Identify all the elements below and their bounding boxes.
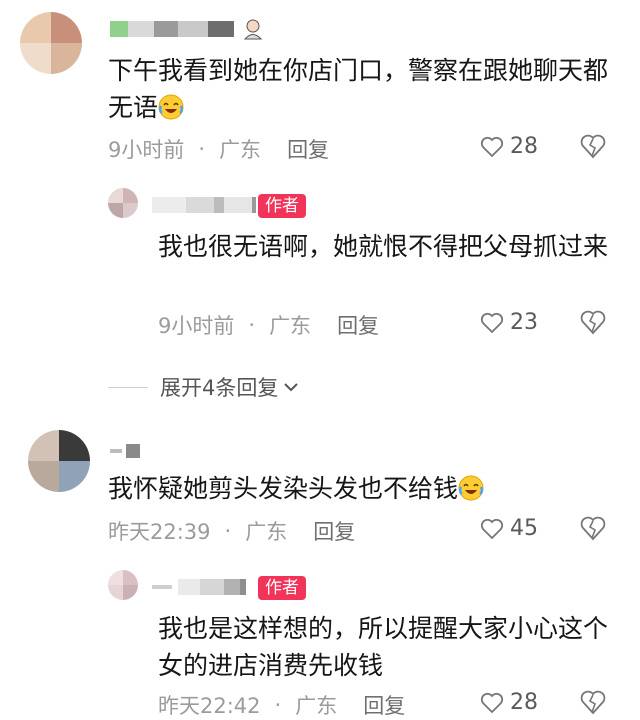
broken-heart-icon xyxy=(580,134,606,159)
meta-separator: · xyxy=(248,313,256,337)
reply-region: 广东 xyxy=(269,314,312,338)
reply-meta: 昨天22:42 · 广东 回复 xyxy=(158,690,405,720)
comment-region: 广东 xyxy=(245,520,288,544)
reply-button[interactable]: 回复 xyxy=(363,690,405,720)
reply-time: 昨天22:42 xyxy=(158,694,261,718)
like-button[interactable]: 23 xyxy=(480,310,538,335)
comment-time: 昨天22:39 xyxy=(108,520,211,544)
author-username[interactable] xyxy=(152,194,256,216)
user-badge-icon xyxy=(242,18,264,40)
expand-divider xyxy=(108,386,148,388)
heart-icon xyxy=(480,136,504,157)
meta-separator: · xyxy=(198,137,206,161)
heart-icon xyxy=(480,312,504,333)
reply-text: 我也很无语啊，她就恨不得把父母抓过来 xyxy=(158,232,609,261)
laughing-crying-emoji-icon xyxy=(458,474,484,501)
comment-text: 我怀疑她剪头发染头发也不给钱 xyxy=(108,470,608,507)
commenter-username[interactable] xyxy=(110,18,264,40)
meta-separator: · xyxy=(224,519,232,543)
comment-meta: 9小时前 · 广东 回复 xyxy=(108,134,329,164)
laughing-crying-emoji-icon xyxy=(158,93,184,120)
broken-heart-icon xyxy=(580,310,606,335)
like-count: 45 xyxy=(510,516,538,541)
comment-region: 广东 xyxy=(219,138,262,162)
dislike-button[interactable] xyxy=(580,134,606,160)
comment-time: 9小时前 xyxy=(108,138,185,162)
commenter-avatar[interactable] xyxy=(20,12,82,74)
reply-button[interactable]: 回复 xyxy=(337,310,379,340)
reply-button[interactable]: 回复 xyxy=(287,134,329,164)
reply-button[interactable]: 回复 xyxy=(313,516,355,546)
dislike-button[interactable] xyxy=(580,690,606,716)
reply-text: 我也是这样想的，所以提醒大家小心这个女的进店消费先收钱 xyxy=(158,614,609,680)
expand-replies-button[interactable]: 展开4条回复 xyxy=(108,372,300,402)
expand-replies-label: 展开4条回复 xyxy=(160,376,279,400)
commenter-username[interactable] xyxy=(110,440,140,462)
author-badge: 作者 xyxy=(258,576,306,600)
author-badge: 作者 xyxy=(258,194,306,218)
meta-separator: · xyxy=(274,693,282,717)
like-count: 23 xyxy=(510,310,538,335)
like-button[interactable]: 28 xyxy=(480,134,538,159)
dislike-button[interactable] xyxy=(580,516,606,542)
comment-meta: 昨天22:39 · 广东 回复 xyxy=(108,516,355,546)
author-username[interactable] xyxy=(152,576,246,598)
reply-time: 9小时前 xyxy=(158,314,235,338)
like-button[interactable]: 28 xyxy=(480,690,538,715)
like-count: 28 xyxy=(510,134,538,159)
comment-text: 下午我看到她在你店门口，警察在跟她聊天都无语 xyxy=(108,56,609,122)
like-button[interactable]: 45 xyxy=(480,516,538,541)
commenter-avatar[interactable] xyxy=(28,430,90,492)
reply-meta: 9小时前 · 广东 回复 xyxy=(158,310,379,340)
broken-heart-icon xyxy=(580,516,606,541)
author-avatar[interactable] xyxy=(108,570,138,600)
chevron-down-icon xyxy=(284,383,299,392)
like-count: 28 xyxy=(510,690,538,715)
heart-icon xyxy=(480,518,504,539)
reply-region: 广东 xyxy=(295,694,338,718)
author-avatar[interactable] xyxy=(108,188,138,218)
broken-heart-icon xyxy=(580,690,606,715)
dislike-button[interactable] xyxy=(580,310,606,336)
heart-icon xyxy=(480,692,504,713)
